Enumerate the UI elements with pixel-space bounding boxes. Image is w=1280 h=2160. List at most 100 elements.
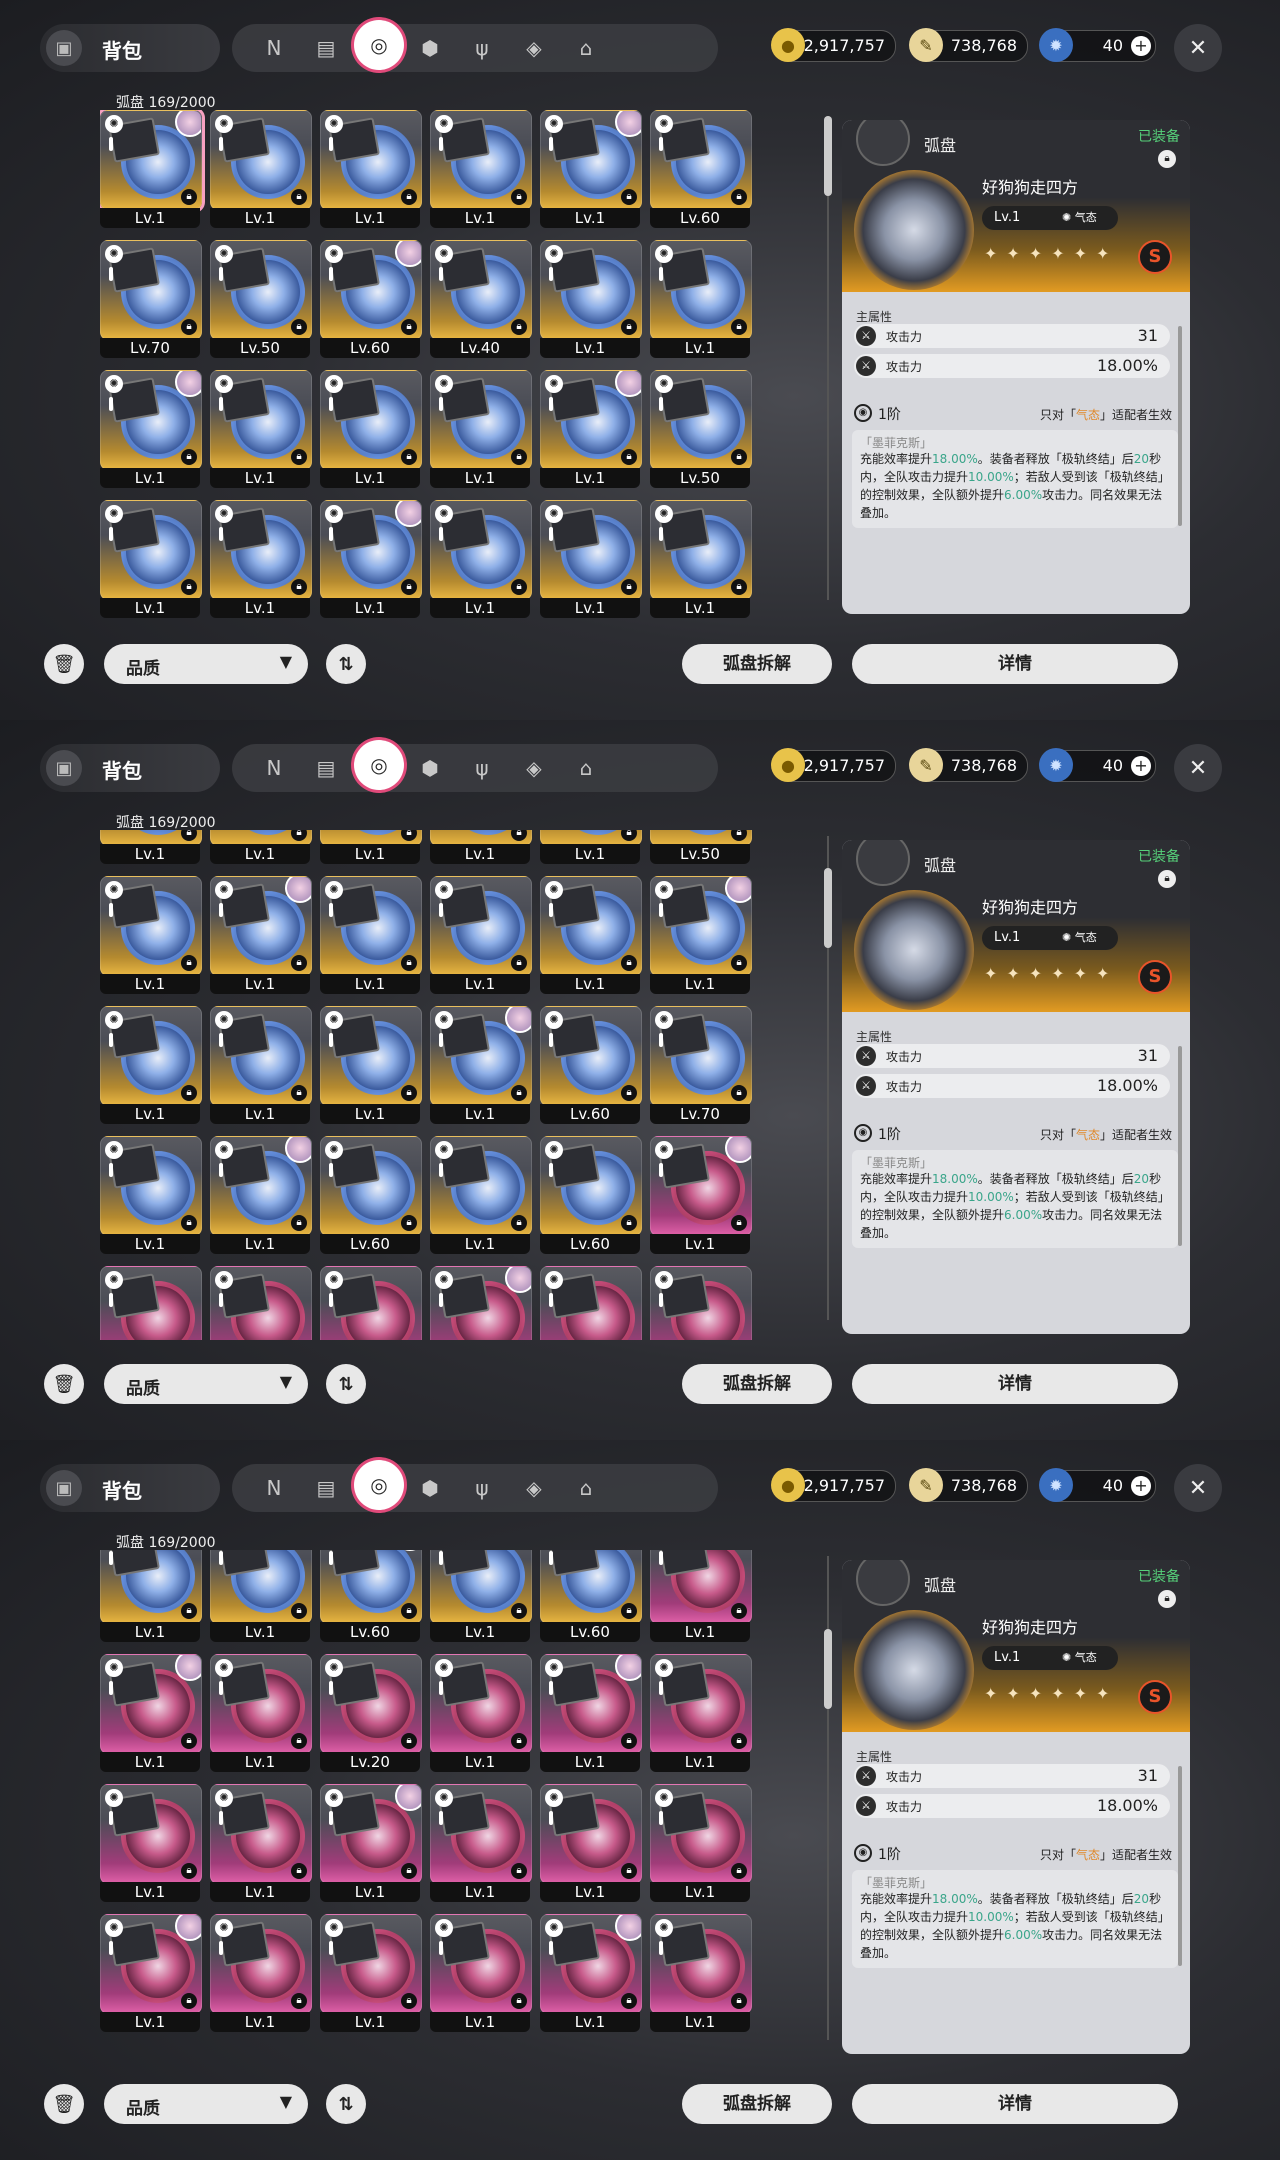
- lock-icon[interactable]: 🔒︎: [511, 955, 527, 971]
- lock-icon[interactable]: 🔒︎: [291, 1085, 307, 1101]
- lock-icon[interactable]: 🔒︎: [291, 830, 307, 841]
- lock-icon[interactable]: 🔒︎: [621, 1085, 637, 1101]
- disc-card[interactable]: ✺ 🔒︎ Lv.50: [210, 240, 312, 358]
- disc-card[interactable]: ✺ 🔒︎ Lv.1: [100, 1784, 202, 1902]
- tab-fork-knife-icon[interactable]: ψ: [462, 1468, 502, 1508]
- lock-icon[interactable]: 🔒︎: [181, 579, 197, 595]
- lock-icon[interactable]: 🔒︎: [401, 1993, 417, 2009]
- lock-icon[interactable]: 🔒︎: [401, 955, 417, 971]
- tab-drive-disc-icon[interactable]: ◎: [354, 20, 404, 70]
- disc-card[interactable]: ✺ 🔒︎ Lv.1: [650, 1136, 752, 1254]
- lock-icon[interactable]: 🔒︎: [401, 830, 417, 841]
- disc-card[interactable]: ✺ 🔒︎ Lv.1: [320, 1784, 422, 1902]
- lock-icon[interactable]: 🔒︎: [511, 1993, 527, 2009]
- lock-icon[interactable]: 🔒︎: [181, 1993, 197, 2009]
- disc-card[interactable]: ✺ 🔒︎ Lv.1: [100, 1006, 202, 1124]
- lock-icon[interactable]: 🔒︎: [511, 1863, 527, 1879]
- lock-icon[interactable]: 🔒︎: [291, 189, 307, 205]
- lock-icon[interactable]: 🔒︎: [401, 579, 417, 595]
- disc-card[interactable]: ✺ 🔒︎ Lv.1: [430, 830, 532, 864]
- disc-card[interactable]: ✺ 🔒︎ Lv.1: [430, 1006, 532, 1124]
- tab-home-icon[interactable]: ⌂: [566, 748, 606, 788]
- lock-icon[interactable]: 🔒︎: [731, 319, 747, 335]
- details-button[interactable]: 详情: [852, 1364, 1178, 1404]
- quality-filter-select[interactable]: 品质 ▼: [104, 644, 308, 684]
- lock-icon[interactable]: 🔒︎: [511, 1085, 527, 1101]
- sort-order-button[interactable]: ⇅: [326, 644, 366, 684]
- disc-card[interactable]: ✺ 🔒︎ Lv.1: [650, 1550, 752, 1642]
- tab-home-icon[interactable]: ⌂: [566, 28, 606, 68]
- disc-card[interactable]: ✺ 🔒︎ Lv.1: [650, 1914, 752, 2032]
- lock-icon[interactable]: 🔒︎: [291, 1863, 307, 1879]
- lock-icon[interactable]: 🔒︎: [181, 830, 197, 841]
- lock-icon[interactable]: 🔒︎: [621, 1863, 637, 1879]
- disc-card[interactable]: ✺ 🔒︎ Lv.1: [320, 876, 422, 994]
- disc-card[interactable]: ✺ 🔒︎ Lv.60: [320, 1550, 422, 1642]
- lock-icon[interactable]: 🔒︎: [291, 579, 307, 595]
- disc-card[interactable]: ✺ 🔒︎ Lv.1: [650, 1784, 752, 1902]
- lock-icon[interactable]: 🔒︎: [731, 1733, 747, 1749]
- quality-filter-select[interactable]: 品质 ▼: [104, 1364, 308, 1404]
- lock-icon[interactable]: 🔒︎: [181, 319, 197, 335]
- tab-box-icon[interactable]: ◈: [514, 748, 554, 788]
- disc-card[interactable]: ✺ 🔒︎ Lv.1: [210, 1006, 312, 1124]
- lock-icon[interactable]: 🔒︎: [401, 189, 417, 205]
- detail-scrollbar[interactable]: [1178, 1046, 1182, 1246]
- lock-icon[interactable]: 🔒︎: [401, 1863, 417, 1879]
- add-battery-button[interactable]: +: [1131, 756, 1151, 776]
- lock-icon[interactable]: 🔒︎: [401, 1085, 417, 1101]
- disc-card[interactable]: ✺ 🔒︎ Lv.60: [540, 1550, 642, 1642]
- sort-order-button[interactable]: ⇅: [326, 2084, 366, 2124]
- disc-card[interactable]: ✺ 🔒︎ Lv.1: [540, 500, 642, 618]
- disc-card[interactable]: ✺ 🔒︎ Lv.1: [100, 1550, 202, 1642]
- lock-icon[interactable]: 🔒︎: [511, 449, 527, 465]
- lock-icon[interactable]: 🔒︎: [621, 579, 637, 595]
- disc-card[interactable]: ✺ 🔒︎ Lv.1: [430, 1266, 532, 1340]
- tab-fork-knife-icon[interactable]: ψ: [462, 748, 502, 788]
- lock-icon[interactable]: 🔒︎: [291, 1215, 307, 1231]
- disc-card[interactable]: ✺ 🔒︎ Lv.1: [210, 1136, 312, 1254]
- scroll-thumb[interactable]: [824, 1629, 832, 1709]
- grid-scrollbar[interactable]: [824, 836, 832, 1320]
- lock-icon[interactable]: 🔒︎: [291, 449, 307, 465]
- tab-box-icon[interactable]: ◈: [514, 28, 554, 68]
- tab-cube-icon[interactable]: ⬢: [410, 1468, 450, 1508]
- add-battery-button[interactable]: +: [1131, 36, 1151, 56]
- lock-icon[interactable]: 🔒︎: [291, 1603, 307, 1619]
- dismantle-button[interactable]: 弧盘拆解: [682, 2084, 832, 2124]
- disc-card[interactable]: ✺ 🔒︎ Lv.70: [650, 1006, 752, 1124]
- lock-icon[interactable]: 🔒︎: [731, 955, 747, 971]
- detail-lock-icon[interactable]: 🔒︎: [1158, 870, 1176, 888]
- lock-icon[interactable]: 🔒︎: [621, 449, 637, 465]
- delete-button[interactable]: 🗑︎: [44, 1364, 84, 1404]
- lock-icon[interactable]: 🔒︎: [291, 319, 307, 335]
- tab-gameboy-icon[interactable]: ▤: [306, 1468, 346, 1508]
- disc-card[interactable]: ✺ 🔒︎ Lv.1: [540, 370, 642, 488]
- disc-card[interactable]: ✺ 🔒︎ Lv.20: [320, 1654, 422, 1772]
- lock-icon[interactable]: 🔒︎: [731, 579, 747, 595]
- disc-card[interactable]: ✺ 🔒︎ Lv.1: [210, 370, 312, 488]
- lock-icon[interactable]: 🔒︎: [731, 1863, 747, 1879]
- lock-icon[interactable]: 🔒︎: [401, 1733, 417, 1749]
- lock-icon[interactable]: 🔒︎: [181, 189, 197, 205]
- dismantle-button[interactable]: 弧盘拆解: [682, 1364, 832, 1404]
- lock-icon[interactable]: 🔒︎: [181, 449, 197, 465]
- lock-icon[interactable]: 🔒︎: [621, 189, 637, 205]
- disc-card[interactable]: ✺ 🔒︎ Lv.1: [540, 110, 642, 228]
- disc-card[interactable]: ✺ 🔒︎ Lv.1: [320, 500, 422, 618]
- delete-button[interactable]: 🗑︎: [44, 644, 84, 684]
- lock-icon[interactable]: 🔒︎: [291, 1733, 307, 1749]
- scroll-thumb[interactable]: [824, 116, 832, 196]
- sort-order-button[interactable]: ⇅: [326, 1364, 366, 1404]
- tab-cube-icon[interactable]: ⬢: [410, 28, 450, 68]
- close-button[interactable]: ✕: [1174, 744, 1222, 792]
- disc-card[interactable]: ✺ 🔒︎ Lv.1: [430, 370, 532, 488]
- disc-card[interactable]: ✺ 🔒︎ Lv.1: [210, 1914, 312, 2032]
- details-button[interactable]: 详情: [852, 2084, 1178, 2124]
- disc-card[interactable]: ✺ 🔒︎ Lv.1: [100, 1914, 202, 2032]
- tab-drive-disc-icon[interactable]: ◎: [354, 1460, 404, 1510]
- disc-card[interactable]: ✺ 🔒︎ Lv.70: [100, 240, 202, 358]
- disc-card[interactable]: ✺ 🔒︎ Lv.1: [320, 1914, 422, 2032]
- disc-card[interactable]: ✺ 🔒︎ Lv.1: [430, 1784, 532, 1902]
- lock-icon[interactable]: 🔒︎: [181, 1085, 197, 1101]
